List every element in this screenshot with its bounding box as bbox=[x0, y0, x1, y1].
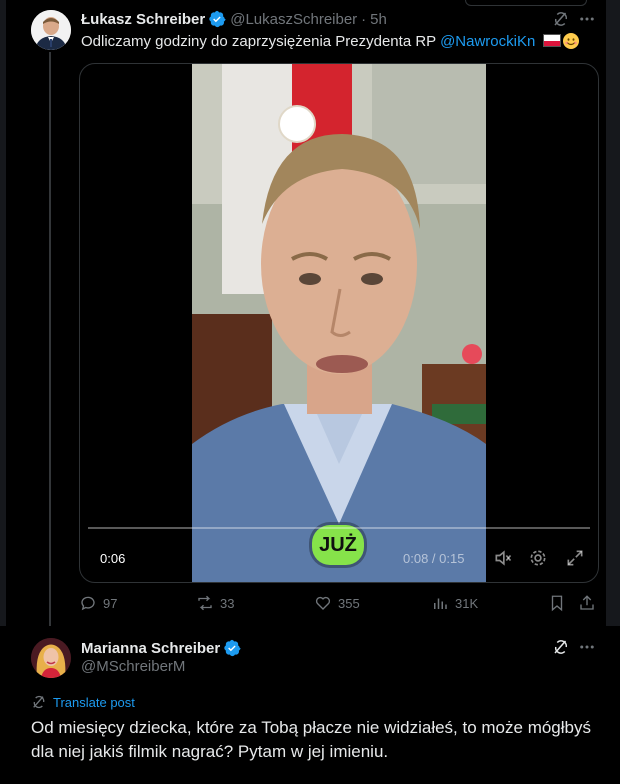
separator-dot: · bbox=[361, 10, 367, 28]
post-header: Łukasz Schreiber @LukaszSchreiber · 5h bbox=[81, 9, 387, 29]
reply-count: 97 bbox=[103, 595, 118, 611]
video-position-duration: 0:08 / 0:15 bbox=[403, 551, 465, 566]
verified-badge-icon bbox=[209, 10, 226, 28]
settings-icon[interactable] bbox=[528, 548, 548, 568]
like-icon bbox=[315, 596, 331, 610]
reply-button[interactable]: 97 bbox=[79, 593, 117, 613]
video-elapsed-time: 0:06 bbox=[100, 551, 126, 566]
video-progress-bar[interactable] bbox=[88, 527, 590, 529]
video-frame[interactable] bbox=[192, 64, 486, 582]
reply-author-handle[interactable]: @MSchreiberM bbox=[81, 658, 185, 675]
grok-icon[interactable] bbox=[551, 9, 571, 29]
mention-link[interactable]: @NawrockiKn bbox=[440, 33, 535, 50]
views-icon bbox=[434, 598, 447, 609]
timestamp[interactable]: 5h bbox=[370, 11, 387, 28]
views-count: 31K bbox=[455, 595, 479, 611]
smiling-face-emoji bbox=[562, 33, 579, 49]
grok-icon[interactable] bbox=[551, 637, 571, 657]
reply-avatar[interactable] bbox=[31, 638, 71, 678]
reply-icon bbox=[81, 596, 95, 611]
avatar[interactable] bbox=[31, 10, 71, 50]
views-button[interactable]: 31K bbox=[431, 593, 478, 613]
more-icon[interactable] bbox=[577, 637, 597, 657]
reply-author-name[interactable]: Marianna Schreiber bbox=[81, 640, 220, 657]
poland-flag-emoji bbox=[542, 34, 561, 47]
translate-post-link[interactable]: Translate post bbox=[31, 694, 135, 710]
mute-icon[interactable] bbox=[493, 548, 513, 568]
bookmark-button[interactable] bbox=[548, 593, 566, 613]
video-progress-fill bbox=[88, 527, 354, 529]
author-handle[interactable]: @LukaszSchreiber bbox=[230, 11, 357, 28]
left-edge bbox=[0, 0, 6, 626]
more-icon[interactable] bbox=[577, 9, 597, 29]
thread-line bbox=[49, 52, 51, 626]
reply-text: Od miesięcy dziecka, które za Tobą płacz… bbox=[31, 718, 591, 761]
video-player[interactable]: JUŻ 0:06 0:08 / 0:15 bbox=[79, 63, 599, 583]
share-button[interactable] bbox=[578, 593, 596, 613]
translate-icon bbox=[33, 695, 45, 709]
post-text: Odliczamy godziny do zaprzysiężenia Prez… bbox=[81, 32, 579, 52]
translate-post-label[interactable]: Translate post bbox=[53, 695, 135, 710]
repost-count: 33 bbox=[220, 595, 235, 611]
repost-button[interactable]: 33 bbox=[196, 593, 234, 613]
previous-post-edge bbox=[465, 0, 587, 6]
like-button[interactable]: 355 bbox=[314, 593, 360, 613]
share-icon bbox=[580, 595, 594, 610]
reply-author-name-row: Marianna Schreiber bbox=[81, 639, 241, 657]
video-overlay-label: JUŻ bbox=[312, 525, 364, 565]
right-edge bbox=[606, 0, 620, 626]
bookmark-icon bbox=[551, 595, 563, 612]
post-actions: 97 33 355 31K bbox=[79, 593, 597, 613]
verified-badge-icon bbox=[224, 639, 241, 657]
fullscreen-icon[interactable] bbox=[565, 548, 585, 568]
like-count: 355 bbox=[338, 595, 360, 611]
repost-icon bbox=[198, 595, 212, 611]
author-name[interactable]: Łukasz Schreiber bbox=[81, 11, 205, 28]
post-text-body: Odliczamy godziny do zaprzysiężenia Prez… bbox=[81, 33, 441, 50]
